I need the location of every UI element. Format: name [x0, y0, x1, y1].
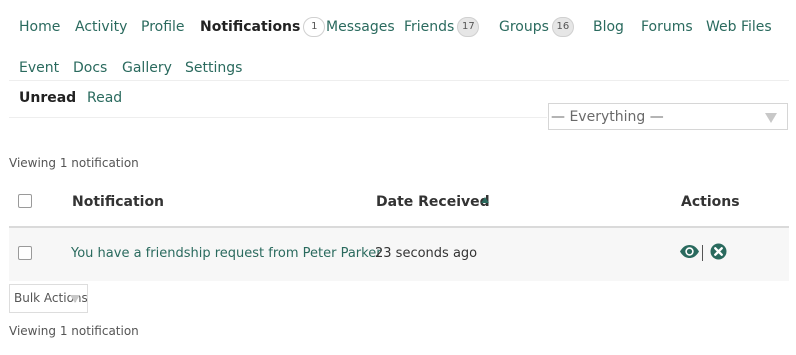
eye-icon[interactable]	[679, 244, 700, 263]
nav-item-friends-label: Friends	[404, 19, 455, 35]
nav-item-messages[interactable]: Messages	[326, 17, 395, 37]
close-circle-icon[interactable]	[710, 243, 727, 264]
nav-item-web-files[interactable]: Web Files	[706, 17, 772, 37]
date-received-cell: 23 seconds ago	[375, 246, 478, 261]
nav-item-home[interactable]: Home	[19, 17, 60, 37]
subnav-divider	[9, 117, 547, 118]
notification-filter-select[interactable]: — Everything —	[548, 103, 788, 130]
filter-selected-value: — Everything —	[551, 109, 664, 125]
nav-item-profile[interactable]: Profile	[141, 17, 185, 37]
subnav-unread[interactable]: Unread	[19, 88, 76, 108]
column-header-actions: Actions	[681, 194, 740, 210]
sort-ascending-icon[interactable]	[481, 197, 489, 203]
pagination-count-top: Viewing 1 notification	[9, 156, 139, 170]
row-select-checkbox[interactable]	[18, 246, 32, 260]
column-header-date-received[interactable]: Date Received	[376, 194, 490, 210]
nav-item-notifications-label: Notifications	[200, 19, 301, 35]
nav-item-event[interactable]: Event	[19, 58, 59, 78]
dropdown-arrow-icon	[765, 113, 777, 123]
nav-item-notifications[interactable]: Notifications 1	[200, 17, 326, 37]
nav-item-docs[interactable]: Docs	[73, 58, 107, 78]
actions-separator	[702, 245, 703, 261]
column-header-notification: Notification	[72, 194, 165, 210]
nav-item-blog[interactable]: Blog	[593, 17, 624, 37]
nav-item-settings[interactable]: Settings	[185, 58, 242, 78]
pagination-count-bottom: Viewing 1 notification	[9, 324, 139, 338]
nav-divider	[9, 80, 789, 81]
bulk-actions-select[interactable]: Bulk Actions	[9, 284, 88, 313]
subnav-read[interactable]: Read	[87, 88, 122, 108]
nav-item-groups-label: Groups	[499, 19, 549, 35]
nav-item-friends[interactable]: Friends 17	[404, 17, 480, 37]
groups-count-badge: 16	[551, 17, 574, 37]
nav-item-gallery[interactable]: Gallery	[122, 58, 172, 78]
notifications-count-badge: 1	[303, 17, 326, 37]
notification-link[interactable]: You have a friendship request from Peter…	[71, 246, 382, 261]
nav-item-groups[interactable]: Groups 16	[499, 17, 574, 37]
select-all-checkbox[interactable]	[18, 194, 32, 208]
nav-item-activity[interactable]: Activity	[75, 17, 127, 37]
friends-count-badge: 17	[457, 17, 480, 37]
dropdown-arrow-icon	[70, 295, 80, 303]
nav-item-forums[interactable]: Forums	[641, 17, 693, 37]
